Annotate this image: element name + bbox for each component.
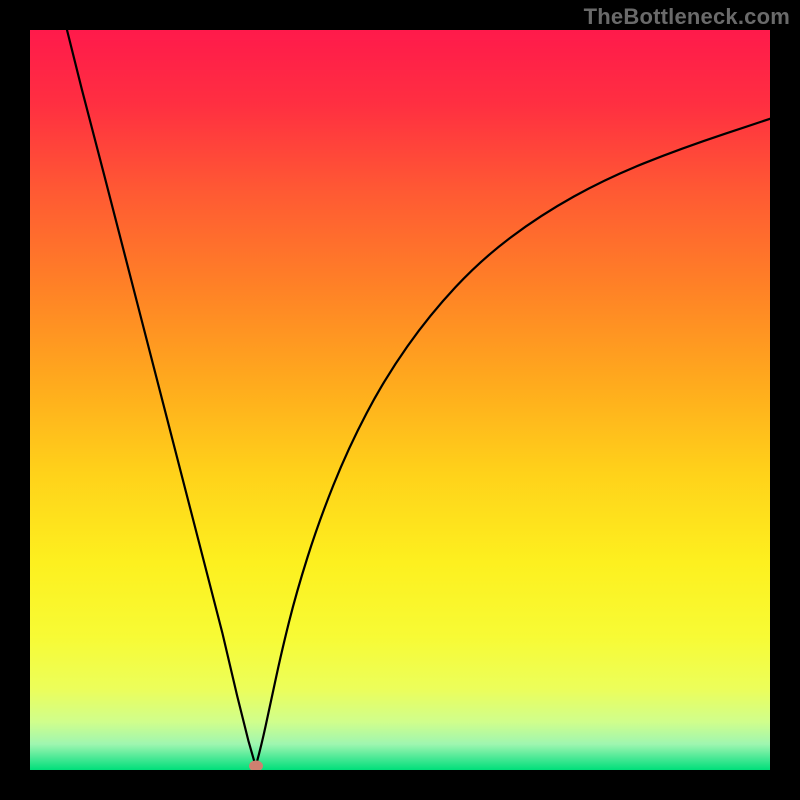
chart-frame: TheBottleneck.com bbox=[0, 0, 800, 800]
plot-area bbox=[30, 30, 770, 770]
curve-layer bbox=[30, 30, 770, 770]
bottleneck-curve bbox=[67, 30, 770, 766]
watermark: TheBottleneck.com bbox=[584, 4, 790, 30]
minimum-marker bbox=[249, 761, 263, 770]
